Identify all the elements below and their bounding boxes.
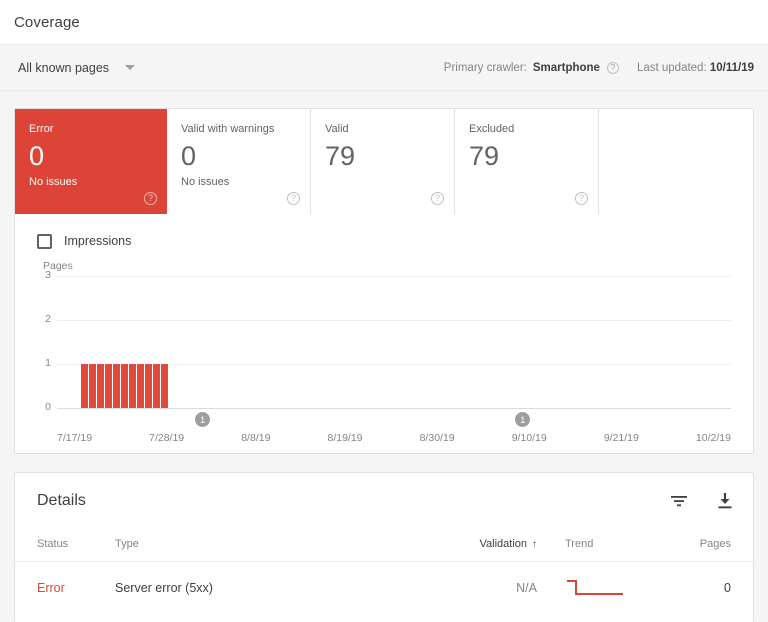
table-body: Error Server error (5xx) N/A 0 [15, 560, 753, 614]
page-filter-label: All known pages [18, 60, 110, 75]
impressions-toggle[interactable]: Impressions [15, 214, 753, 254]
status-card-count: 79 [325, 141, 356, 171]
column-header-status[interactable]: Status [15, 529, 115, 561]
chart-bar[interactable] [121, 364, 128, 408]
checkbox-unchecked-icon[interactable] [37, 233, 52, 249]
status-card-valid[interactable]: Valid 79 ? [311, 109, 455, 214]
details-title: Details [37, 492, 86, 509]
help-circle-icon[interactable]: ? [144, 192, 157, 205]
y-axis-tick: 1 [45, 357, 51, 369]
last-updated-value: 10/11/19 [709, 61, 754, 74]
cell-type[interactable]: Server error (5xx) [115, 560, 445, 614]
details-actions [669, 491, 735, 511]
chart-bar[interactable] [129, 364, 136, 408]
gridline [57, 408, 731, 409]
annotation-markers: 11 [57, 412, 731, 430]
x-axis-ticks: 7/17/19 7/28/19 8/8/19 8/19/19 8/30/19 9/10/1… [57, 432, 731, 444]
cell-pages: 0 [675, 560, 753, 614]
last-updated-label: Last updated: [636, 61, 707, 74]
plot-area: 0 1 2 3 [45, 269, 731, 413]
table-header-row: Status Type Validation ↑ Trend Pages [15, 529, 753, 561]
column-header-trend[interactable]: Trend [555, 529, 675, 561]
chart-bar[interactable] [161, 364, 168, 408]
chart-bar[interactable] [113, 364, 120, 408]
download-icon[interactable] [715, 491, 735, 511]
x-axis-tick: 9/21/19 [603, 432, 639, 444]
last-updated: Last updated: 10/11/19 [637, 62, 754, 74]
chart-bar[interactable] [153, 364, 160, 408]
status-card-label: Valid with warnings [181, 123, 275, 135]
impressions-label: Impressions [64, 234, 132, 248]
status-card-count: 0 [181, 141, 197, 171]
cell-status[interactable]: Error [15, 560, 115, 614]
cell-validation: N/A [445, 560, 555, 614]
y-axis-tick: 3 [45, 269, 51, 281]
sparkline-declining-icon [567, 579, 623, 595]
status-card-subtext: No issues [181, 176, 230, 188]
sort-ascending-icon: ↑ [532, 538, 537, 550]
page-title: Coverage [14, 13, 80, 31]
annotation-marker[interactable]: 1 [195, 412, 211, 427]
page-filter-dropdown[interactable]: All known pages [18, 60, 136, 75]
table-row[interactable]: Error Server error (5xx) N/A 0 [15, 560, 753, 614]
coverage-page: Coverage All known pages Primary crawler… [0, 0, 768, 622]
details-table: Status Type Validation ↑ Trend Pages Erro… [15, 529, 753, 614]
toolbar-meta: Primary crawler: Smartphone ? Last updat… [443, 61, 754, 74]
column-header-validation-label: Validation [479, 537, 528, 550]
x-axis-tick: 8/8/19 [241, 432, 271, 444]
chart-bar[interactable] [97, 364, 104, 408]
chart-bar[interactable] [105, 364, 112, 408]
chevron-down-icon [125, 65, 136, 70]
column-header-validation[interactable]: Validation ↑ [445, 529, 555, 561]
status-cards-strip: Error 0 No issues ? Valid with warnings … [15, 109, 753, 214]
x-axis-tick: 8/30/19 [419, 432, 455, 444]
annotation-marker[interactable]: 1 [515, 412, 531, 427]
x-axis-tick: 7/17/19 [57, 432, 93, 444]
coverage-chart: Pages 0123 11 7/17/19 7/28/19 8/8/19 8/19/1… [29, 260, 737, 450]
title-bar: Coverage [0, 0, 768, 45]
details-header: Details [15, 473, 753, 529]
filter-icon[interactable] [669, 491, 689, 511]
status-card-excluded[interactable]: Excluded 79 ? [455, 109, 599, 214]
chart-bar[interactable] [81, 364, 88, 408]
cell-trend [555, 560, 675, 614]
crawler-label: Primary crawler: [443, 61, 527, 74]
y-axis-tick: 2 [45, 313, 51, 325]
status-card-subtext: No issues [29, 176, 78, 188]
toolbar: All known pages Primary crawler: Smartph… [0, 45, 768, 91]
status-strip-filler [599, 109, 753, 214]
x-axis-tick: 9/10/19 [511, 432, 547, 444]
y-axis-tick: 0 [45, 401, 51, 413]
bar-series-error [81, 276, 168, 408]
status-card-label: Excluded [469, 123, 515, 135]
status-card-error[interactable]: Error 0 No issues ? [15, 109, 167, 214]
chart-bar[interactable] [137, 364, 144, 408]
details-card: Details Status Type Validation ↑ Trend P… [14, 472, 754, 622]
x-axis-tick: 8/19/19 [327, 432, 363, 444]
status-card-count: 0 [29, 141, 45, 171]
status-card-label: Valid [325, 123, 349, 135]
column-header-pages[interactable]: Pages [675, 529, 753, 561]
table-header: Status Type Validation ↑ Trend Pages [15, 529, 753, 561]
status-card-count: 79 [469, 141, 500, 171]
help-circle-icon[interactable]: ? [431, 192, 444, 205]
help-circle-icon[interactable]: ? [606, 61, 619, 74]
status-card-valid-with-warnings[interactable]: Valid with warnings 0 No issues ? [167, 109, 311, 214]
x-axis-tick: 7/28/19 [149, 432, 185, 444]
column-header-type[interactable]: Type [115, 529, 445, 561]
x-axis-tick: 10/2/19 [695, 432, 731, 444]
help-circle-icon[interactable]: ? [287, 192, 300, 205]
chart-bar[interactable] [145, 364, 152, 408]
status-card-label: Error [29, 123, 54, 135]
help-circle-icon[interactable]: ? [575, 192, 588, 205]
chart-bar[interactable] [89, 364, 96, 408]
coverage-chart-card: Error 0 No issues ? Valid with warnings … [14, 108, 754, 454]
crawler-value: Smartphone [532, 61, 600, 74]
